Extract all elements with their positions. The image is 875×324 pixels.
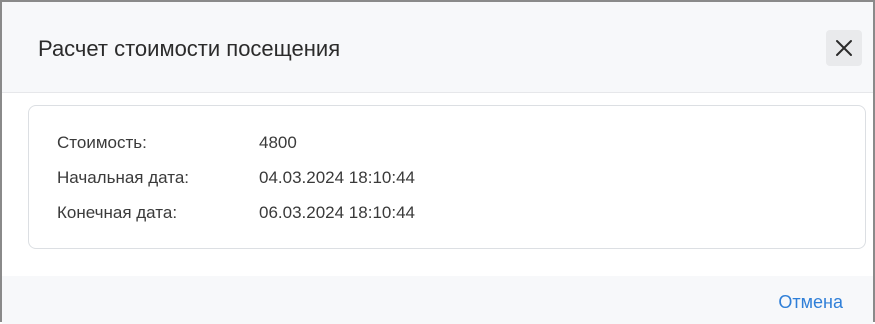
- end-date-row: Конечная дата: 06.03.2024 18:10:44: [57, 202, 415, 224]
- cost-value: 4800: [259, 133, 297, 152]
- dialog-window: Расчет стоимости посещения Стоимость: 480…: [0, 0, 875, 324]
- start-date-label: Начальная дата:: [57, 168, 189, 187]
- start-date-row: Начальная дата: 04.03.2024 18:10:44: [57, 167, 415, 189]
- dialog-header: Расчет стоимости посещения: [2, 2, 873, 92]
- dialog-body: Стоимость: 4800 Начальная дата: 04.03.2024…: [2, 92, 873, 277]
- start-date-value: 04.03.2024 18:10:44: [259, 168, 415, 187]
- close-button[interactable]: [826, 30, 862, 66]
- details-card: Стоимость: 4800 Начальная дата: 04.03.2024…: [28, 105, 866, 249]
- dialog-title: Расчет стоимости посещения: [38, 36, 341, 61]
- cancel-button[interactable]: Отмена: [778, 292, 843, 313]
- end-date-value: 06.03.2024 18:10:44: [259, 203, 415, 222]
- end-date-label: Конечная дата:: [57, 203, 178, 222]
- cost-label: Стоимость:: [57, 133, 147, 152]
- cost-row: Стоимость: 4800: [57, 132, 297, 154]
- close-icon: [835, 39, 853, 57]
- dialog-footer: Отмена: [2, 276, 873, 324]
